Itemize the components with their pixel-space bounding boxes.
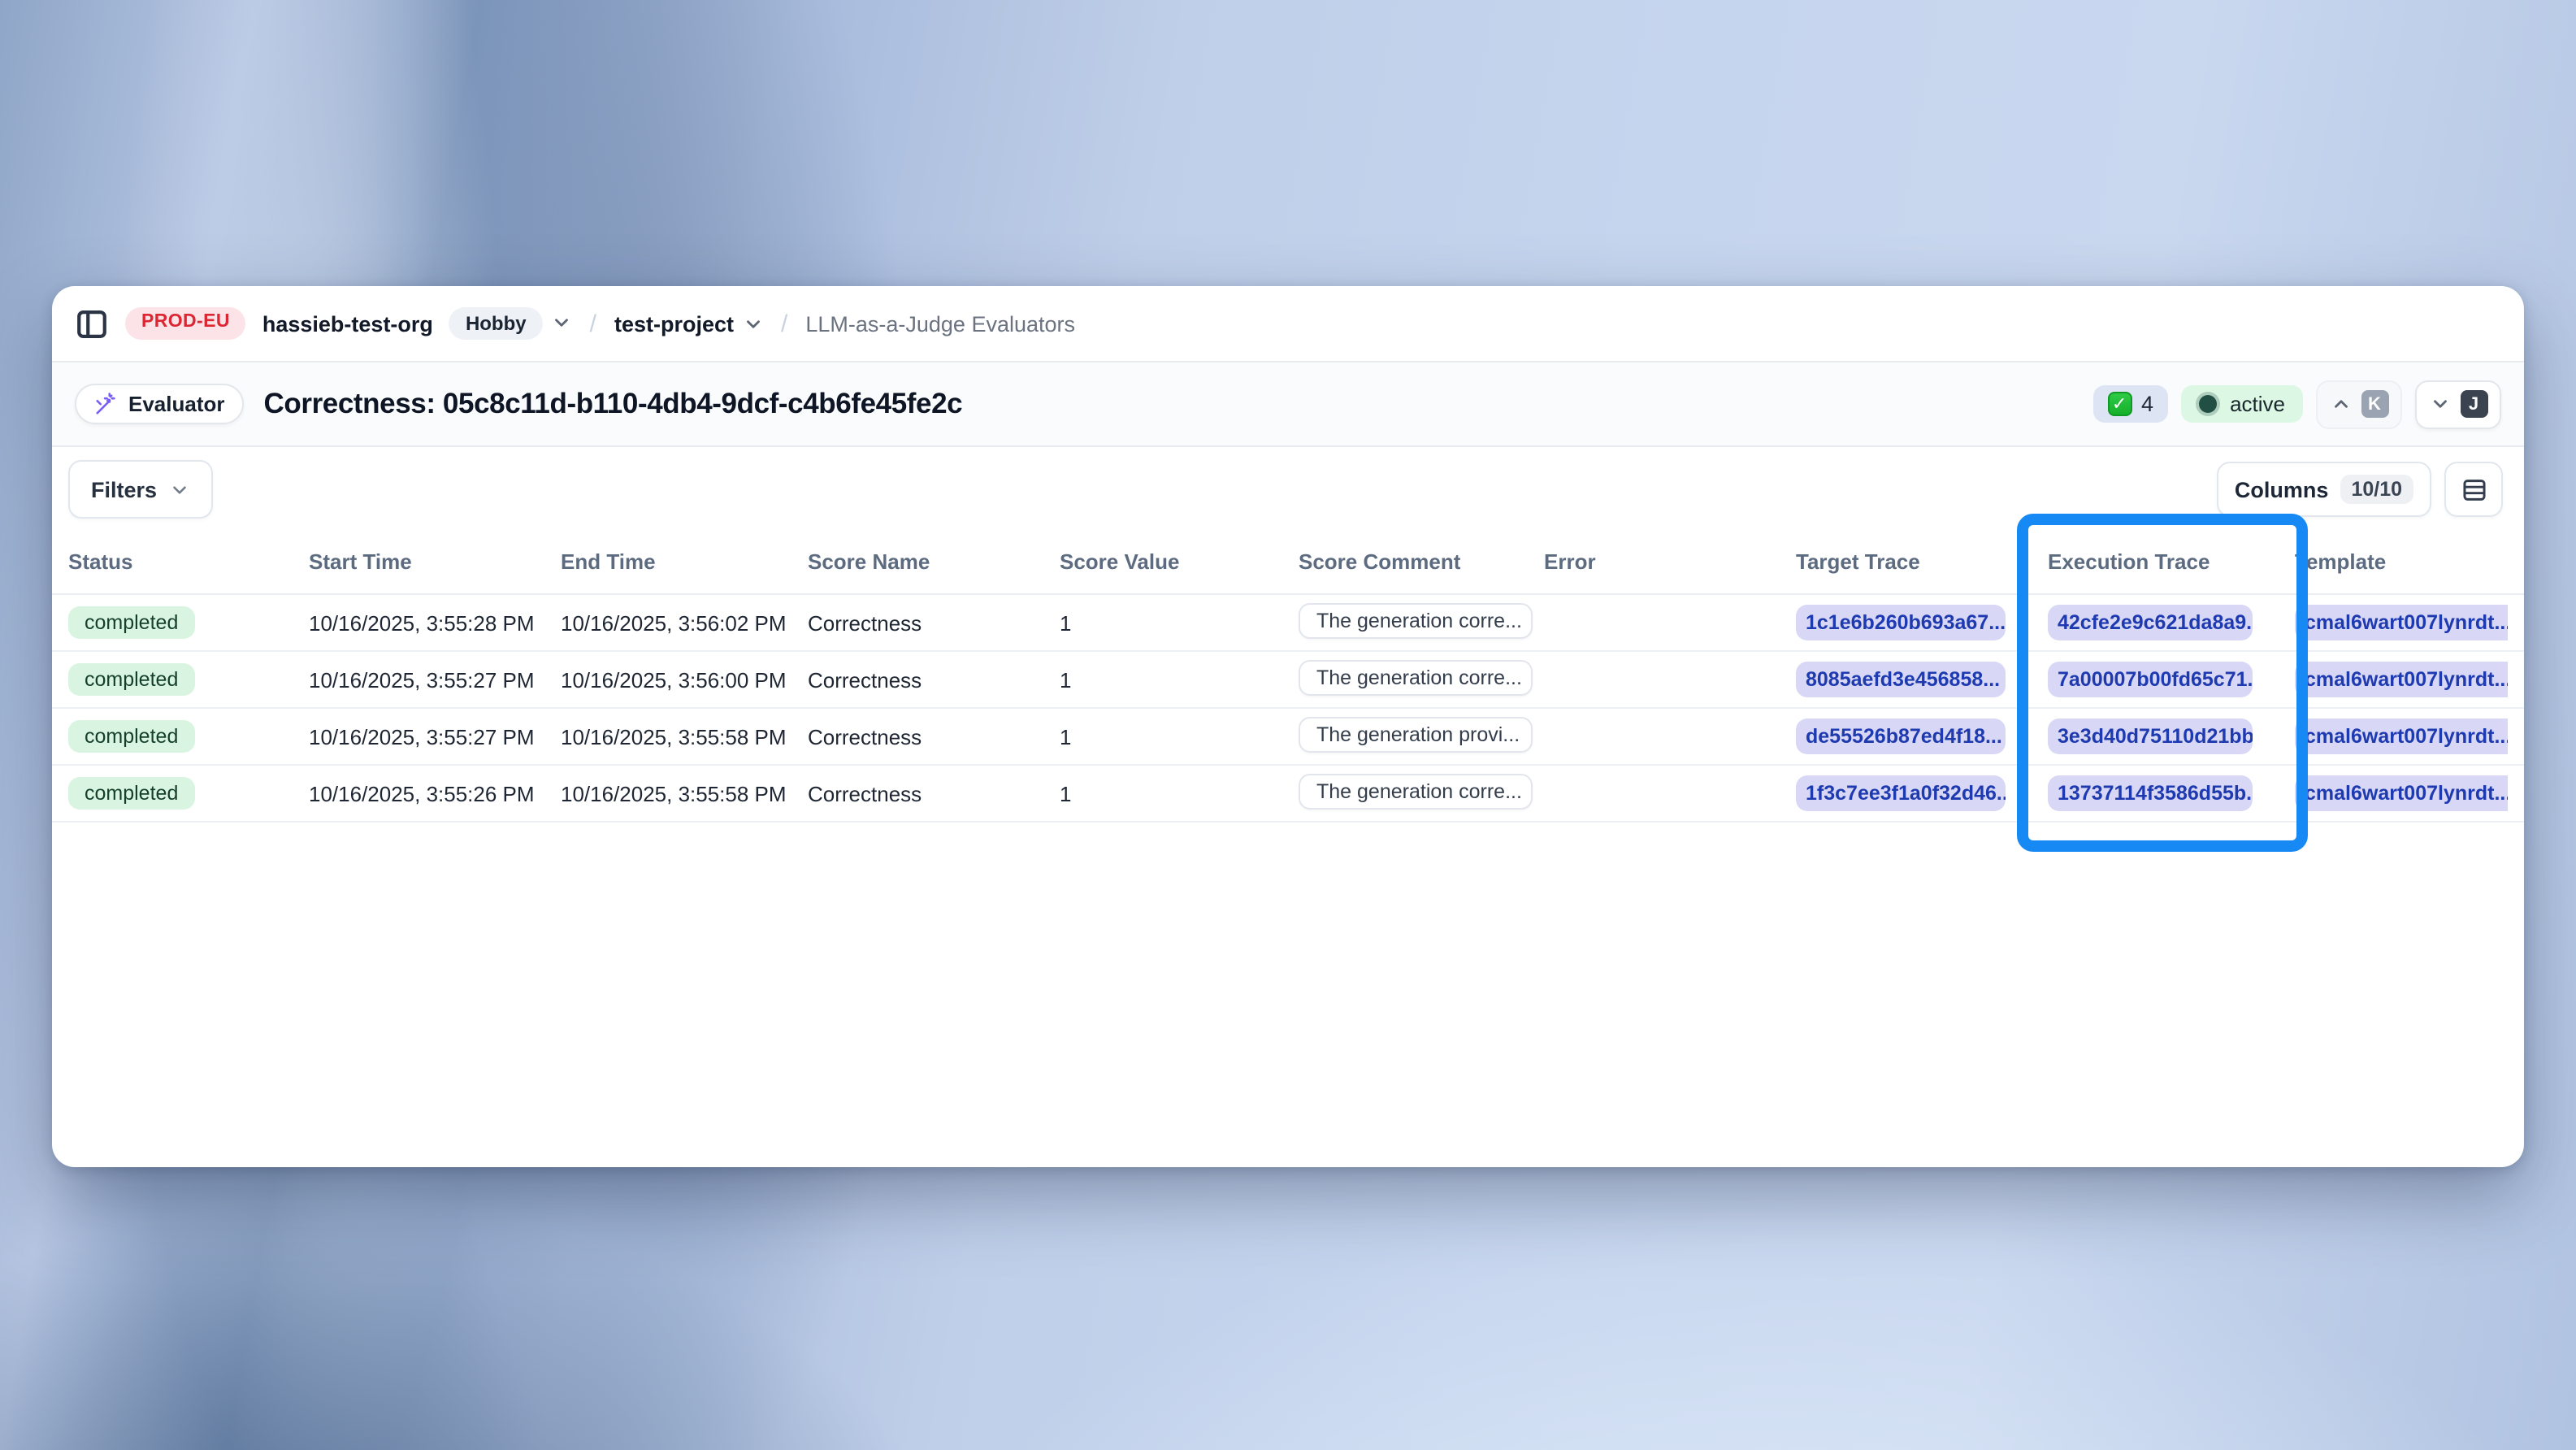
column-header-score-name[interactable]: Score Name	[808, 549, 1060, 573]
column-header-score-value[interactable]: Score Value	[1060, 549, 1299, 573]
breadcrumb-project-selector[interactable]: test-project	[614, 311, 763, 336]
cell-end-time: 10/16/2025, 3:55:58 PM	[561, 724, 808, 749]
chevron-down-icon	[551, 313, 572, 334]
column-header-execution-trace[interactable]: Execution Trace	[2048, 549, 2295, 573]
target-trace-link[interactable]: 1c1e6b260b693a67...	[1796, 605, 2006, 640]
chevron-up-icon	[2330, 393, 2351, 415]
cell-end-time: 10/16/2025, 3:55:58 PM	[561, 781, 808, 805]
check-icon: ✓	[2107, 392, 2131, 416]
cell-end-time: 10/16/2025, 3:56:00 PM	[561, 667, 808, 692]
template-link[interactable]: cmal6wart007lynrdt...	[2295, 605, 2508, 640]
template-link[interactable]: cmal6wart007lynrdt...	[2295, 775, 2508, 811]
breadcrumb: PROD-EU hassieb-test-org Hobby / test-pr…	[52, 286, 2524, 362]
table-row[interactable]: completed 10/16/2025, 3:55:26 PM 10/16/2…	[52, 766, 2524, 823]
environment-badge: PROD-EU	[125, 307, 246, 340]
sidebar-toggle-button[interactable]	[75, 306, 109, 341]
cell-start-time: 10/16/2025, 3:55:26 PM	[309, 781, 561, 805]
cell-start-time: 10/16/2025, 3:55:28 PM	[309, 610, 561, 635]
column-header-status[interactable]: Status	[68, 549, 309, 573]
cell-start-time: 10/16/2025, 3:55:27 PM	[309, 667, 561, 692]
cell-score-value: 1	[1060, 781, 1299, 805]
evaluations-table: Status Start Time End Time Score Name Sc…	[52, 528, 2524, 823]
keyboard-shortcut-j: J	[2460, 390, 2487, 418]
target-trace-link[interactable]: de55526b87ed4f18...	[1796, 718, 2006, 754]
column-header-score-comment[interactable]: Score Comment	[1299, 549, 1544, 573]
cell-score-name: Correctness	[808, 724, 1060, 749]
cell-score-value: 1	[1060, 667, 1299, 692]
score-comment-box[interactable]: The generation provi...	[1299, 716, 1533, 752]
cell-score-value: 1	[1060, 724, 1299, 749]
columns-count-badge: 10/10	[2340, 475, 2413, 504]
evaluator-type-badge: Evaluator	[75, 384, 245, 424]
status-badge: completed	[68, 720, 194, 753]
cell-end-time: 10/16/2025, 3:56:02 PM	[561, 610, 808, 635]
chevron-down-icon	[2429, 393, 2450, 415]
app-window: PROD-EU hassieb-test-org Hobby / test-pr…	[52, 286, 2524, 1167]
keyboard-shortcut-k: K	[2361, 390, 2388, 418]
breadcrumb-org[interactable]: hassieb-test-org	[262, 311, 433, 336]
chevron-down-icon	[742, 313, 763, 334]
table-row[interactable]: completed 10/16/2025, 3:55:27 PM 10/16/2…	[52, 709, 2524, 766]
table-header-row: Status Start Time End Time Score Name Sc…	[52, 528, 2524, 595]
cell-start-time: 10/16/2025, 3:55:27 PM	[309, 724, 561, 749]
wand-sparkles-icon	[94, 392, 119, 416]
columns-button[interactable]: Columns 10/10	[2217, 462, 2431, 517]
column-header-template[interactable]: Template	[2295, 549, 2524, 573]
breadcrumb-separator: /	[779, 310, 789, 337]
filters-button[interactable]: Filters	[68, 460, 212, 519]
rows-icon	[2460, 475, 2487, 503]
column-header-start-time[interactable]: Start Time	[309, 549, 561, 573]
status-badge: completed	[68, 606, 194, 639]
panel-left-icon	[75, 306, 109, 341]
breadcrumb-plan-selector[interactable]: Hobby	[449, 307, 572, 341]
cell-score-name: Correctness	[808, 667, 1060, 692]
execution-trace-link[interactable]: 3e3d40d75110d21bb...	[2048, 718, 2253, 754]
status-badge: active	[2181, 385, 2303, 423]
cell-score-name: Correctness	[808, 781, 1060, 805]
desktop-wallpaper: PROD-EU hassieb-test-org Hobby / test-pr…	[0, 0, 2576, 1450]
status-badge: completed	[68, 777, 194, 810]
template-link[interactable]: cmal6wart007lynrdt...	[2295, 662, 2508, 697]
next-item-button[interactable]: J	[2415, 380, 2501, 428]
score-comment-box[interactable]: The generation corre...	[1299, 773, 1533, 809]
score-comment-box[interactable]: The generation corre...	[1299, 602, 1533, 638]
template-link[interactable]: cmal6wart007lynrdt...	[2295, 718, 2508, 754]
status-badge: completed	[68, 663, 194, 696]
cell-score-name: Correctness	[808, 610, 1060, 635]
row-height-button[interactable]	[2444, 462, 2503, 517]
table-body: completed 10/16/2025, 3:55:28 PM 10/16/2…	[52, 595, 2524, 823]
table-row[interactable]: completed 10/16/2025, 3:55:27 PM 10/16/2…	[52, 652, 2524, 709]
breadcrumb-separator: /	[588, 310, 598, 337]
status-dot-icon	[2199, 395, 2217, 413]
breadcrumb-project: test-project	[614, 311, 734, 336]
score-count-badge: ✓ 4	[2092, 385, 2168, 423]
column-header-target-trace[interactable]: Target Trace	[1796, 549, 2048, 573]
evaluator-header: Evaluator Correctness: 05c8c11d-b110-4db…	[52, 362, 2524, 447]
target-trace-link[interactable]: 8085aefd3e456858...	[1796, 662, 2006, 697]
page-title: Correctness: 05c8c11d-b110-4db4-9dcf-c4b…	[264, 387, 963, 421]
column-header-error[interactable]: Error	[1544, 549, 1796, 573]
breadcrumb-page: LLM-as-a-Judge Evaluators	[805, 311, 1075, 336]
table-toolbar: Filters Columns 10/10	[52, 447, 2524, 528]
cell-score-value: 1	[1060, 610, 1299, 635]
score-comment-box[interactable]: The generation corre...	[1299, 659, 1533, 695]
execution-trace-link[interactable]: 7a00007b00fd65c71...	[2048, 662, 2253, 697]
target-trace-link[interactable]: 1f3c7ee3f1a0f32d46...	[1796, 775, 2006, 811]
previous-item-button[interactable]: K	[2316, 380, 2402, 428]
chevron-down-icon	[168, 479, 189, 500]
execution-trace-link[interactable]: 42cfe2e9c621da8a9...	[2048, 605, 2253, 640]
table-row[interactable]: completed 10/16/2025, 3:55:28 PM 10/16/2…	[52, 595, 2524, 652]
plan-badge: Hobby	[449, 307, 543, 341]
column-header-end-time[interactable]: End Time	[561, 549, 808, 573]
execution-trace-link[interactable]: 13737114f3586d55b...	[2048, 775, 2253, 811]
